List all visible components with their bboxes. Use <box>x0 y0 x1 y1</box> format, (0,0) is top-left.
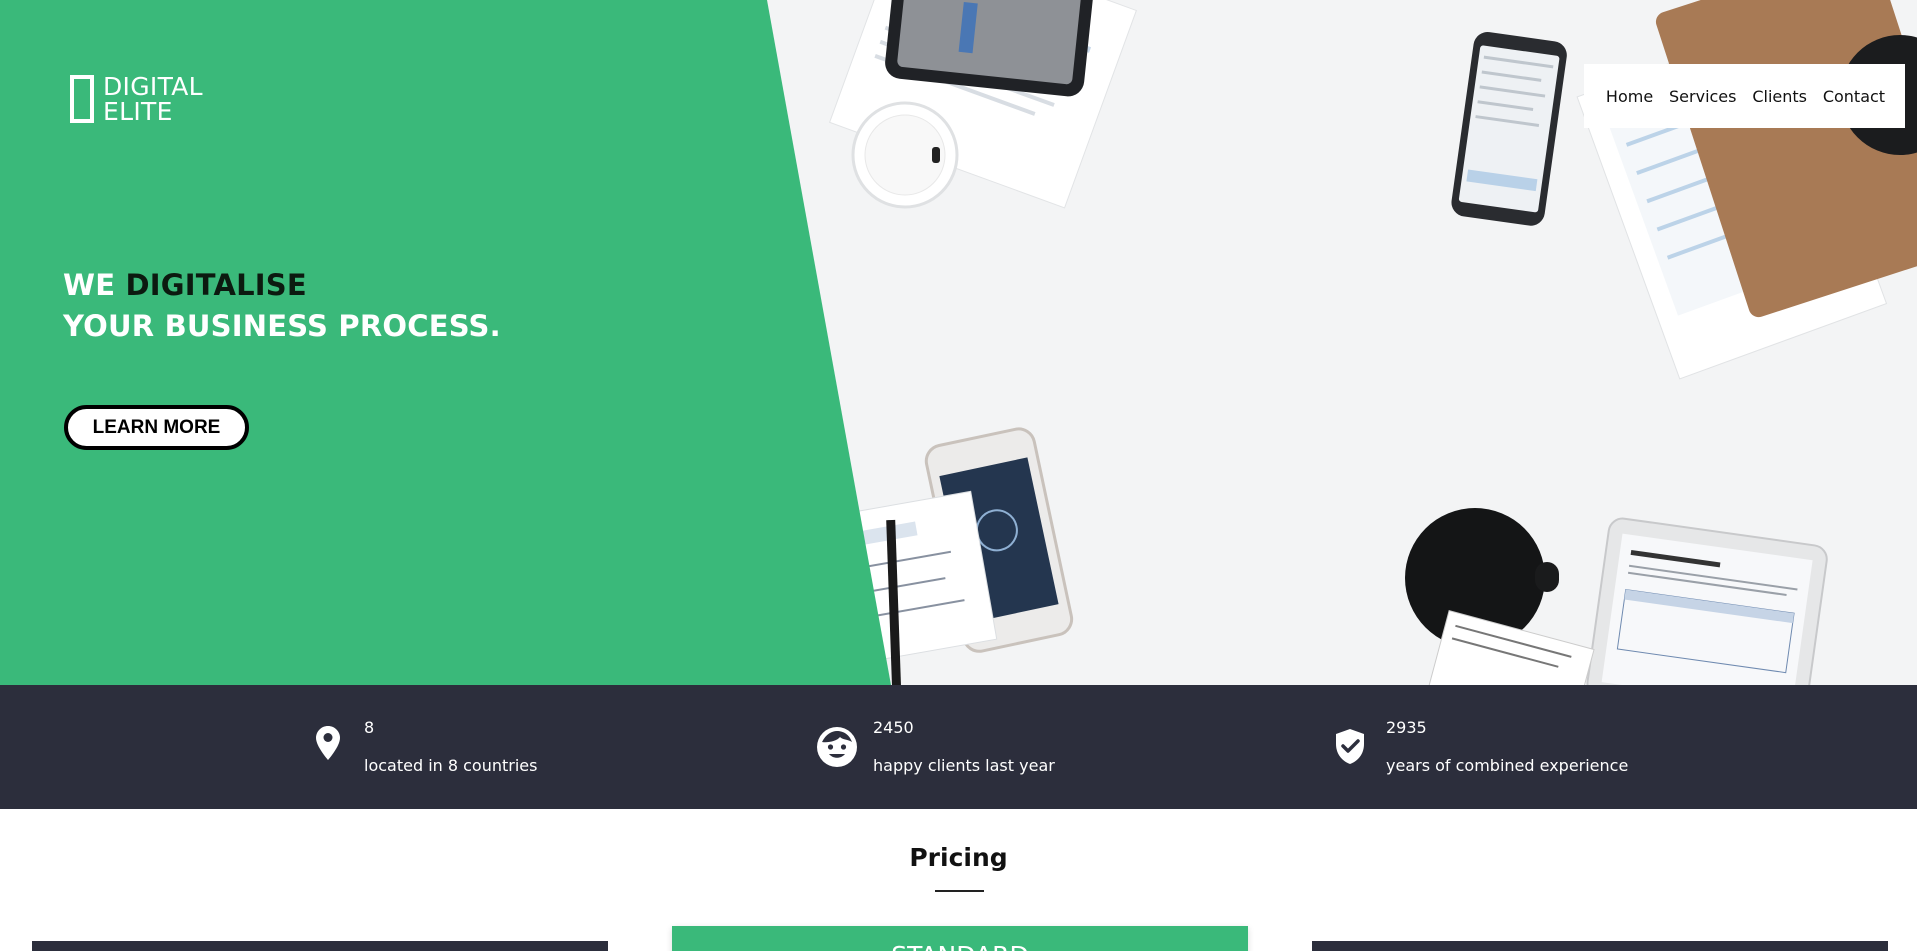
logo-wordmark: DIGITAL ELITE <box>103 74 203 124</box>
nav-item-contact[interactable]: Contact <box>1823 87 1885 106</box>
shield-check-icon <box>1336 729 1364 764</box>
map-pin-icon <box>316 726 340 760</box>
smiley-face-icon <box>817 727 857 767</box>
top-navigation: Home Services Clients Contact <box>1584 64 1905 128</box>
learn-more-button[interactable]: LEARN MORE <box>64 405 249 450</box>
stat-value: 2935 <box>1386 718 1427 737</box>
nav-item-clients[interactable]: Clients <box>1752 87 1807 106</box>
headline-prefix: WE <box>63 268 126 302</box>
pricing-card-name: STANDARD <box>672 941 1248 951</box>
pricing-card-standard: STANDARD <box>672 926 1248 951</box>
logo-line-1: DIGITAL <box>103 72 203 101</box>
nav-item-home[interactable]: Home <box>1606 87 1653 106</box>
hero-section: DIGITAL ELITE Home Services Clients Cont… <box>0 0 1917 685</box>
stat-value: 2450 <box>873 718 914 737</box>
pricing-title: Pricing <box>909 843 1008 872</box>
stat-label: years of combined experience <box>1386 756 1629 775</box>
hero-headline: WE DIGITALISE YOUR BUSINESS PROCESS. <box>63 265 501 347</box>
pricing-divider <box>935 890 984 892</box>
logo-mark-icon <box>70 75 94 123</box>
stat-label: located in 8 countries <box>364 756 538 775</box>
pricing-card-basic <box>32 941 608 951</box>
headline-line-2: YOUR BUSINESS PROCESS. <box>63 309 501 343</box>
stat-value: 8 <box>364 718 375 737</box>
pricing-card-premium <box>1312 941 1888 951</box>
stat-label: happy clients last year <box>873 756 1055 775</box>
nav-item-services[interactable]: Services <box>1669 87 1736 106</box>
brand-logo[interactable]: DIGITAL ELITE <box>70 74 203 124</box>
logo-line-2: ELITE <box>103 97 173 126</box>
headline-accent: DIGITALISE <box>125 268 307 302</box>
stats-bar: 8 located in 8 countries 2450 happy clie… <box>0 685 1917 809</box>
